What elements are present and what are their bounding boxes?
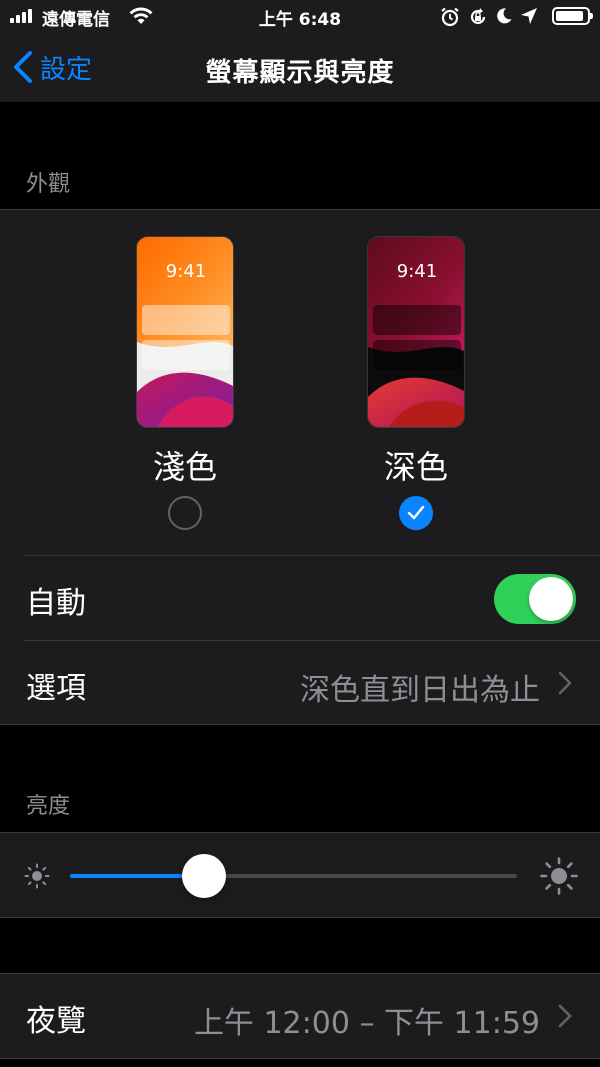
status-bar: 遠傳電信 上午 6:48 <box>0 0 600 32</box>
brightness-slider[interactable] <box>70 854 517 898</box>
navigation-bar: 設定 螢幕顯示與亮度 <box>0 32 600 102</box>
radio-dark[interactable] <box>399 496 433 530</box>
slider-thumb[interactable] <box>182 854 227 898</box>
night-shift-row[interactable]: 夜覽 上午 12:00 – 下午 11:59 <box>0 974 600 1058</box>
option-label-dark: 深色 <box>383 448 448 486</box>
preview-time: 9:41 <box>165 261 207 282</box>
battery-icon <box>552 7 593 25</box>
dark-mode-preview: 9:41 <box>367 236 465 428</box>
location-icon <box>521 8 537 24</box>
automatic-label: 自動 <box>26 586 86 621</box>
night-shift-group: 夜覽 上午 12:00 – 下午 11:59 <box>0 973 600 1059</box>
automatic-row: 自動 <box>0 556 600 640</box>
brightness-low-icon <box>24 863 50 889</box>
automatic-toggle[interactable] <box>494 574 576 624</box>
toggle-knob <box>529 577 573 621</box>
chevron-right-icon <box>558 1004 572 1028</box>
checkmark-icon <box>407 505 425 520</box>
preview-time: 9:41 <box>396 261 438 282</box>
night-shift-label: 夜覽 <box>26 1004 86 1039</box>
night-shift-value: 上午 12:00 – 下午 11:59 <box>193 1006 540 1041</box>
section-header-appearance: 外觀 <box>26 172 71 197</box>
options-value: 深色直到日出為止 <box>300 673 540 708</box>
alarm-icon <box>441 7 459 27</box>
radio-light[interactable] <box>168 496 202 530</box>
light-mode-preview: 9:41 <box>136 236 234 428</box>
orientation-lock-icon <box>470 8 486 25</box>
options-row[interactable]: 選項 深色直到日出為止 <box>0 641 600 725</box>
page-title: 螢幕顯示與亮度 <box>205 58 395 88</box>
do-not-disturb-icon <box>497 8 512 24</box>
options-label: 選項 <box>26 671 86 706</box>
option-label-light: 淺色 <box>152 448 217 486</box>
appearance-group: 9:41 淺色 9:41 深色 自動 選項 深色直到日出為止 <box>0 209 600 725</box>
brightness-high-icon <box>540 857 578 895</box>
brightness-group <box>0 832 600 918</box>
chevron-right-icon <box>558 671 572 695</box>
section-header-brightness: 亮度 <box>26 794 71 819</box>
